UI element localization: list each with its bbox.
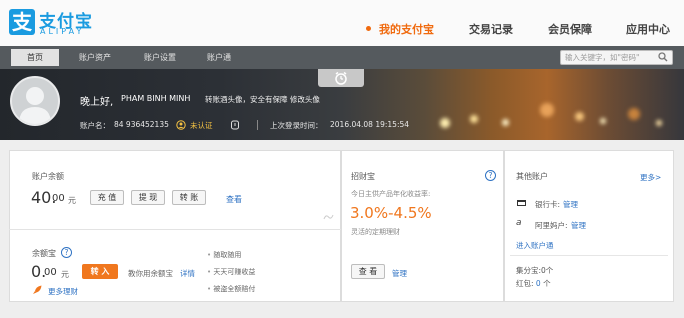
rocket-icon bbox=[33, 285, 42, 294]
user-name: PHAM BINH MINH bbox=[121, 94, 191, 103]
nav-my-alipay[interactable]: 我的支付宝 bbox=[379, 21, 434, 37]
bank-card-label: 银行卡: bbox=[535, 200, 561, 209]
zhaocaibao-desc2: 灵活的定期理财 bbox=[351, 228, 400, 236]
avatar[interactable] bbox=[10, 76, 60, 126]
bank-card-icon bbox=[517, 200, 526, 206]
recharge-button[interactable]: 充 值 bbox=[90, 190, 124, 205]
alimama-label: 阿里妈户: bbox=[535, 221, 568, 230]
divider bbox=[9, 229, 341, 230]
nav-member-protection[interactable]: 会员保障 bbox=[548, 21, 592, 37]
yuebao-desc: 教你用余额宝 bbox=[128, 269, 173, 278]
zhaocaibao-title: 招财宝 bbox=[351, 172, 375, 181]
feature-item: • 被盗全额赔付 bbox=[207, 285, 256, 293]
view-balance-link[interactable]: 查看 bbox=[226, 194, 242, 205]
subnav-assets[interactable]: 账户资产 bbox=[70, 49, 120, 66]
alimama-manage-link[interactable]: 管理 bbox=[571, 220, 586, 231]
feature-item: • 随取随用 bbox=[207, 251, 242, 259]
other-accounts-title: 其他账户 bbox=[516, 172, 548, 181]
view-button[interactable]: 查 看 bbox=[351, 264, 385, 279]
subnav-home[interactable]: 首页 bbox=[11, 49, 59, 66]
bank-card-manage-link[interactable]: 管理 bbox=[563, 199, 578, 210]
jifenbao-row: 集分宝:0个 bbox=[516, 266, 554, 275]
enter-account-link[interactable]: 进入账户通 bbox=[516, 240, 554, 251]
hongbao-row: 红包: 0 个 bbox=[516, 279, 551, 288]
auth-status[interactable]: 未认证 bbox=[190, 120, 213, 131]
bokeh-light bbox=[600, 118, 606, 124]
more-accounts-link[interactable]: 更多> bbox=[640, 172, 661, 183]
balance-cents: 00 bbox=[52, 193, 65, 204]
bokeh-light bbox=[502, 119, 509, 126]
help-icon[interactable]: ? bbox=[485, 170, 496, 181]
active-nav-dot-icon bbox=[366, 26, 371, 31]
subnav-settings[interactable]: 账户设置 bbox=[135, 49, 185, 66]
yuebao-detail-link[interactable]: 详情 bbox=[180, 268, 195, 279]
greeting: 晚上好, bbox=[80, 97, 114, 108]
bokeh-light bbox=[440, 118, 450, 128]
divider bbox=[257, 120, 258, 130]
zhaocaibao-manage-link[interactable]: 管理 bbox=[392, 268, 407, 279]
divider bbox=[510, 255, 668, 256]
hongbao-count-link[interactable]: 0 bbox=[536, 279, 541, 288]
balance-unit: 元 bbox=[68, 196, 76, 205]
bokeh-light bbox=[540, 103, 554, 117]
yuebao-title: 余额宝 bbox=[32, 249, 56, 258]
alimama-icon: a bbox=[516, 218, 522, 228]
bokeh-light bbox=[656, 120, 662, 126]
account-label: 账户名： bbox=[80, 121, 110, 130]
nav-app-center[interactable]: 应用中心 bbox=[626, 21, 670, 37]
more-finance-link[interactable]: 更多理财 bbox=[48, 286, 78, 297]
bokeh-light bbox=[575, 112, 584, 121]
phone-icon[interactable] bbox=[230, 120, 240, 130]
subnav-account-link[interactable]: 账户通 bbox=[198, 49, 240, 66]
feature-item: • 天天可赚收益 bbox=[207, 268, 256, 276]
search-placeholder: 输入关键字，如"密码" bbox=[565, 53, 640, 62]
nav-transactions[interactable]: 交易记录 bbox=[469, 21, 513, 37]
account-value: 84 936452135 bbox=[114, 120, 169, 129]
alipay-logo-icon[interactable]: 支 bbox=[9, 9, 35, 35]
last-login-label: 上次登录时间： bbox=[270, 121, 323, 130]
zhaocaibao-rate: 3.0%-4.5% bbox=[350, 204, 432, 222]
yuebao-unit: 元 bbox=[61, 270, 69, 279]
user-silhouette-icon bbox=[19, 87, 51, 124]
zhaocaibao-desc: 今日主供产品年化收益率: bbox=[351, 190, 431, 198]
bokeh-light bbox=[470, 115, 478, 123]
withdraw-button[interactable]: 提 现 bbox=[131, 190, 165, 205]
balance-title: 账户余额 bbox=[32, 172, 64, 181]
transfer-in-button[interactable]: 转 入 bbox=[82, 264, 118, 279]
search-icon[interactable] bbox=[658, 52, 668, 62]
user-verify-icon bbox=[176, 120, 186, 130]
yuebao-cents: 00 bbox=[44, 267, 57, 278]
help-icon[interactable]: ? bbox=[61, 247, 72, 258]
profile-links[interactable]: 转账酒头像，安全有保障 修改头像 bbox=[205, 94, 320, 105]
wave-icon bbox=[323, 214, 334, 220]
last-login-value: 2016.04.08 19:15:54 bbox=[330, 120, 410, 129]
bokeh-light bbox=[628, 108, 640, 120]
alarm-clock-icon[interactable] bbox=[334, 71, 348, 85]
transfer-button[interactable]: 转 账 bbox=[172, 190, 206, 205]
brand-name-en: ALIPAY bbox=[40, 27, 85, 36]
